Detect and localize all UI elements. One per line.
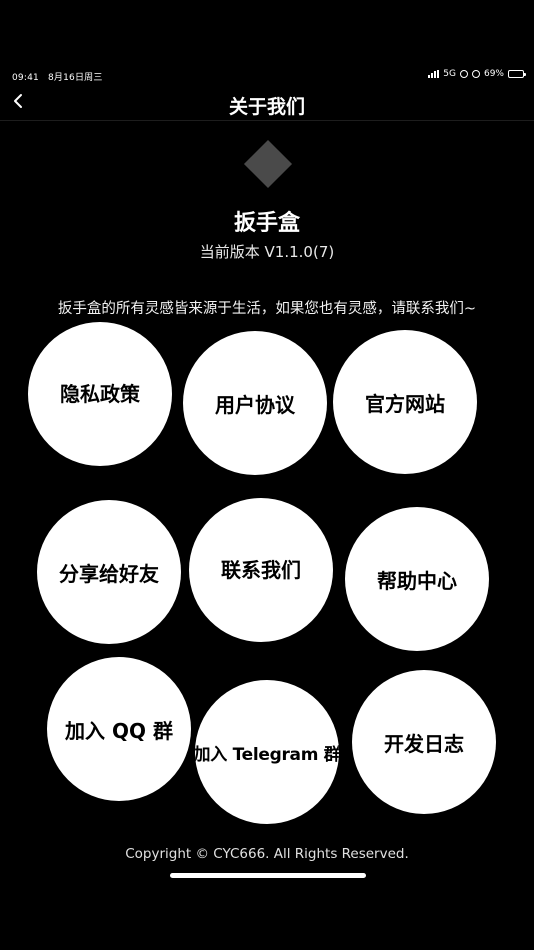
official-website-label: 官方网站 <box>365 391 445 416</box>
privacy-policy-label: 隐私政策 <box>60 381 140 406</box>
nav-bar: 关于我们 <box>0 84 534 121</box>
page-title: 关于我们 <box>228 96 305 118</box>
user-agreement-button[interactable]: 用户协议 <box>183 331 327 475</box>
battery-percent: 69% <box>483 69 504 79</box>
dev-log-label: 开发日志 <box>384 731 464 756</box>
join-qq-group-button[interactable]: 加入 QQ 群 <box>47 657 191 801</box>
status-right: 5G 69% <box>428 69 526 79</box>
contact-us-button[interactable]: 联系我们 <box>189 498 333 642</box>
join-telegram-group-button[interactable]: 加入 Telegram 群 <box>195 680 339 824</box>
battery-icon <box>508 70 526 78</box>
help-center-button[interactable]: 帮助中心 <box>345 507 489 651</box>
home-indicator[interactable] <box>170 873 366 878</box>
app-version: 当前版本 V1.1.0(7) <box>199 243 335 261</box>
contact-us-label: 联系我们 <box>221 557 301 582</box>
help-center-label: 帮助中心 <box>377 568 457 593</box>
tagline: 扳手盒的所有灵感皆来源于生活，如果您也有灵感，请联系我们~ <box>57 301 477 317</box>
user-agreement-label: 用户协议 <box>215 392 295 417</box>
network-label: 5G <box>443 69 456 79</box>
app-name: 扳手盒 <box>233 211 300 236</box>
privacy-policy-button[interactable]: 隐私政策 <box>28 322 172 466</box>
status-left: 09:41 8月16日周三 <box>12 70 109 83</box>
status-bar <box>0 0 534 40</box>
share-with-friends-button[interactable]: 分享给好友 <box>37 500 181 644</box>
diamond-logo-icon <box>243 139 293 189</box>
location-icon <box>471 70 480 78</box>
official-website-button[interactable]: 官方网站 <box>333 330 477 474</box>
join-telegram-group-label: 加入 Telegram 群 <box>195 744 339 765</box>
join-qq-group-label: 加入 QQ 群 <box>65 718 173 743</box>
status-time: 09:41 <box>12 73 39 83</box>
copyright: Copyright © CYC666. All Rights Reserved. <box>125 846 409 862</box>
share-with-friends-label: 分享给好友 <box>59 561 159 586</box>
signal-icon <box>428 70 440 78</box>
status-date: 8月16日周三 <box>48 73 103 83</box>
alarm-icon <box>459 70 468 78</box>
dev-log-button[interactable]: 开发日志 <box>352 670 496 814</box>
